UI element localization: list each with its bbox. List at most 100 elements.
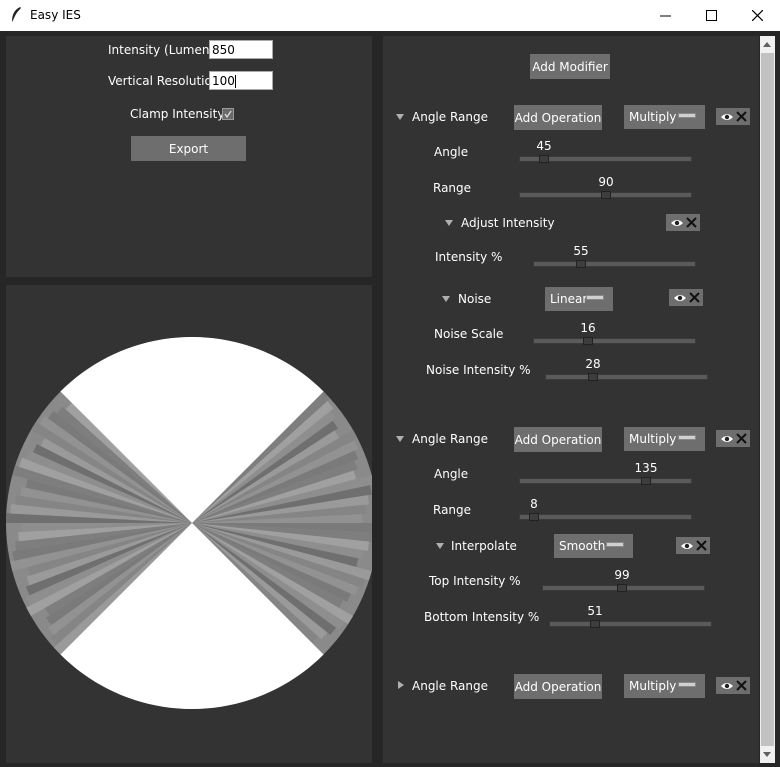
eye-icon[interactable] [720, 434, 734, 444]
slider-thumb[interactable] [576, 260, 586, 268]
eye-icon[interactable] [720, 112, 734, 122]
delete-x-icon[interactable] [735, 111, 747, 122]
dropdown-indicator-icon [586, 295, 604, 300]
close-window-button[interactable] [734, 0, 780, 31]
param-label: Angle [434, 467, 469, 481]
angle-slider[interactable]: 45 [519, 139, 692, 163]
operation-title: Noise [458, 292, 492, 306]
expand-triangle-icon[interactable] [436, 543, 444, 549]
param-label: Top Intensity % [429, 574, 521, 588]
param-label: Angle [434, 145, 469, 159]
delete-x-icon[interactable] [735, 680, 747, 691]
blend-mode-value: Multiply [629, 679, 677, 693]
bottom-intensity-slider[interactable]: 51 [549, 604, 712, 628]
close-icon [751, 10, 763, 21]
eye-icon[interactable] [680, 541, 694, 551]
blend-mode-dropdown[interactable]: Multiply [624, 105, 705, 129]
modifier-title: Angle Range [412, 432, 488, 446]
intensity-label: Intensity (Lumens) [108, 43, 221, 57]
clamp-intensity-label: Clamp Intensity [130, 107, 225, 121]
blend-mode-value: Multiply [629, 432, 677, 446]
clamp-intensity-checkbox[interactable] [222, 108, 234, 120]
param-label: Noise Scale [434, 327, 504, 341]
angle-slider[interactable]: 135 [519, 461, 692, 485]
range-slider[interactable]: 8 [519, 497, 692, 521]
param-label: Intensity % [435, 250, 503, 264]
scroll-up-arrow-icon[interactable] [763, 42, 771, 47]
visibility-delete-controls [669, 289, 703, 306]
noise-intensity-slider[interactable]: 28 [545, 357, 708, 381]
slider-thumb[interactable] [617, 584, 627, 592]
slider-thumb[interactable] [529, 513, 539, 521]
eye-icon[interactable] [670, 218, 684, 228]
delete-x-icon[interactable] [735, 433, 747, 444]
collapsed-triangle-icon[interactable] [398, 681, 404, 689]
vertical-resolution-input[interactable]: 100 [209, 71, 273, 90]
eye-icon[interactable] [673, 293, 687, 303]
intensity-slider[interactable]: 55 [533, 244, 696, 268]
scrollbar-thumb[interactable] [761, 53, 774, 746]
minimize-icon [659, 15, 671, 17]
slider-thumb[interactable] [588, 373, 598, 381]
window-title: Easy IES [30, 8, 81, 22]
visibility-delete-controls [676, 537, 710, 554]
blend-mode-dropdown[interactable]: Multiply [624, 674, 705, 698]
noise-mode-dropdown[interactable]: Linear [545, 287, 613, 311]
slider-value: 8 [530, 497, 538, 511]
slider-thumb[interactable] [641, 477, 651, 485]
modifier-title: Angle Range [412, 110, 488, 124]
slider-value: 45 [536, 139, 552, 153]
add-modifier-button[interactable]: Add Modifier [530, 54, 610, 79]
export-button[interactable]: Export [131, 136, 246, 161]
visibility-delete-controls [716, 677, 750, 694]
range-slider[interactable]: 90 [519, 175, 692, 199]
expand-triangle-icon[interactable] [396, 436, 404, 442]
slider-trough [533, 261, 696, 267]
operation-title: Adjust Intensity [461, 216, 555, 230]
eye-icon[interactable] [720, 681, 734, 691]
slider-thumb[interactable] [583, 337, 593, 345]
slider-value: 99 [614, 568, 630, 582]
slider-value: 135 [634, 461, 658, 475]
slider-value: 16 [580, 321, 596, 335]
slider-thumb[interactable] [590, 620, 600, 628]
slider-value: 55 [573, 244, 589, 258]
add-operation-button[interactable]: Add Operation [514, 674, 602, 699]
expand-triangle-icon[interactable] [442, 296, 450, 302]
intensity-input[interactable]: 850 [209, 40, 273, 59]
delete-x-icon[interactable] [695, 540, 707, 551]
scroll-down-arrow-icon[interactable] [763, 752, 771, 757]
slider-thumb[interactable] [601, 191, 611, 199]
vertical-resolution-label: Vertical Resolution [108, 74, 220, 88]
interpolate-mode-dropdown[interactable]: Smooth [554, 534, 633, 558]
add-operation-button[interactable]: Add Operation [514, 105, 602, 130]
maximize-button[interactable] [688, 0, 734, 31]
blend-mode-dropdown[interactable]: Multiply [624, 427, 705, 451]
slider-trough [533, 338, 696, 344]
vertical-resolution-value: 100 [212, 74, 235, 88]
top-intensity-slider[interactable]: 99 [542, 568, 705, 592]
dropdown-indicator-icon [678, 682, 696, 687]
slider-thumb[interactable] [539, 155, 549, 163]
blend-mode-value: Multiply [629, 110, 677, 124]
add-operation-button[interactable]: Add Operation [514, 427, 602, 452]
delete-x-icon[interactable] [685, 217, 697, 228]
title-bar: Easy IES [0, 0, 780, 31]
visibility-delete-controls [666, 214, 700, 231]
expand-triangle-icon[interactable] [396, 114, 404, 120]
slider-trough [545, 374, 708, 380]
param-label: Noise Intensity % [426, 363, 531, 377]
visibility-delete-controls [716, 430, 750, 447]
noise-scale-slider[interactable]: 16 [533, 321, 696, 345]
operation-title: Interpolate [451, 539, 517, 553]
expand-triangle-icon[interactable] [445, 220, 453, 226]
minimize-button[interactable] [642, 0, 688, 31]
vertical-scrollbar[interactable] [760, 36, 775, 763]
param-label: Range [433, 181, 472, 195]
slider-value: 51 [587, 604, 603, 618]
slider-value: 90 [598, 175, 614, 189]
preview-panel [6, 285, 372, 763]
param-label: Bottom Intensity % [424, 610, 540, 624]
delete-x-icon[interactable] [688, 292, 700, 303]
slider-trough [549, 621, 712, 627]
